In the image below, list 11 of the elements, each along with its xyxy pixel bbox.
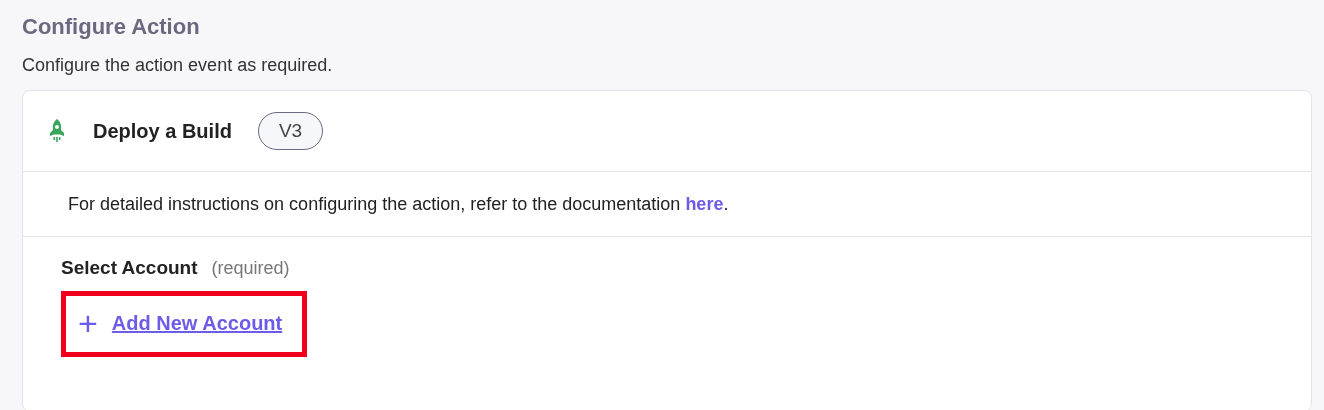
required-hint: (required) [211, 258, 290, 279]
field-label: Select Account [61, 257, 198, 279]
add-account-link[interactable]: Add New Account [111, 311, 283, 335]
documentation-link[interactable]: here [685, 194, 724, 214]
section-subtitle: Configure the action event as required. [22, 54, 334, 77]
version-tag: V3 [257, 112, 324, 150]
rocket-icon [49, 119, 65, 143]
section-title: Configure Action [22, 13, 201, 41]
action-name: Deploy a Build [93, 119, 232, 143]
info-text: For detailed instructions on configuring the action, refer to the documentation here. [23, 172, 1311, 237]
plus-icon: + [78, 306, 98, 340]
